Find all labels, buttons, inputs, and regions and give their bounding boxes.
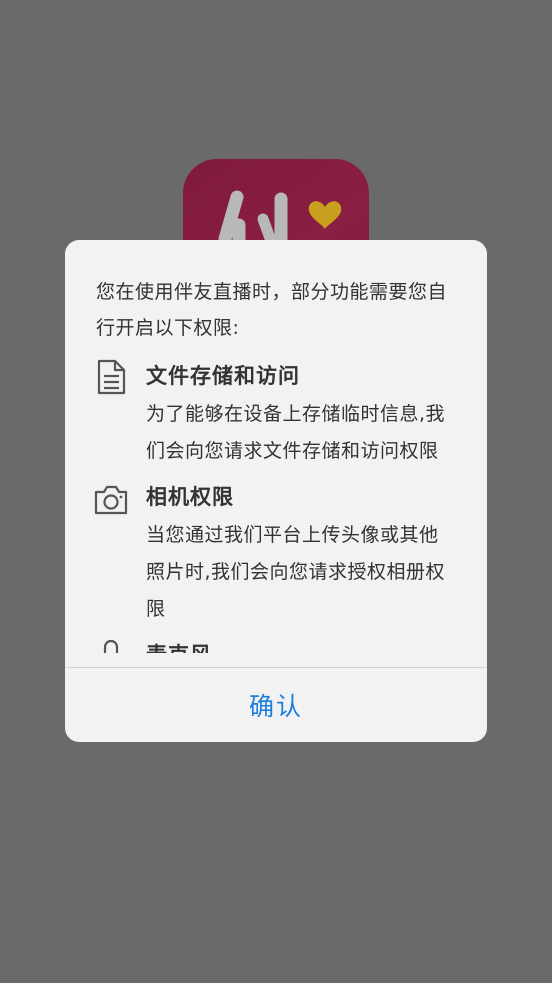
permission-title: 麦克风 — [146, 640, 212, 653]
confirm-button[interactable]: 确认 — [65, 668, 487, 742]
permission-title: 文件存储和访问 — [146, 364, 300, 388]
microphone-icon — [93, 638, 129, 653]
camera-icon — [93, 482, 129, 518]
permission-description: 当您通过我们平台上传头像或其他照片时,我们会向您请求授权相册权限 — [146, 524, 446, 620]
permission-dialog: 您在使用伴友直播时，部分功能需要您自行开启以下权限: 文件存储和访问 为了能够在… — [65, 240, 487, 742]
dialog-intro-text: 您在使用伴友直播时，部分功能需要您自行开启以下权限: — [96, 281, 448, 339]
heart-icon — [308, 201, 342, 229]
permission-title: 相机权限 — [146, 485, 234, 509]
permission-description: 为了能够在设备上存储临时信息,我们会向您请求文件存储和访问权限 — [146, 403, 446, 462]
dialog-scroll-content[interactable]: 您在使用伴友直播时，部分功能需要您自行开启以下权限: 文件存储和访问 为了能够在… — [65, 240, 487, 653]
document-icon — [93, 359, 129, 395]
